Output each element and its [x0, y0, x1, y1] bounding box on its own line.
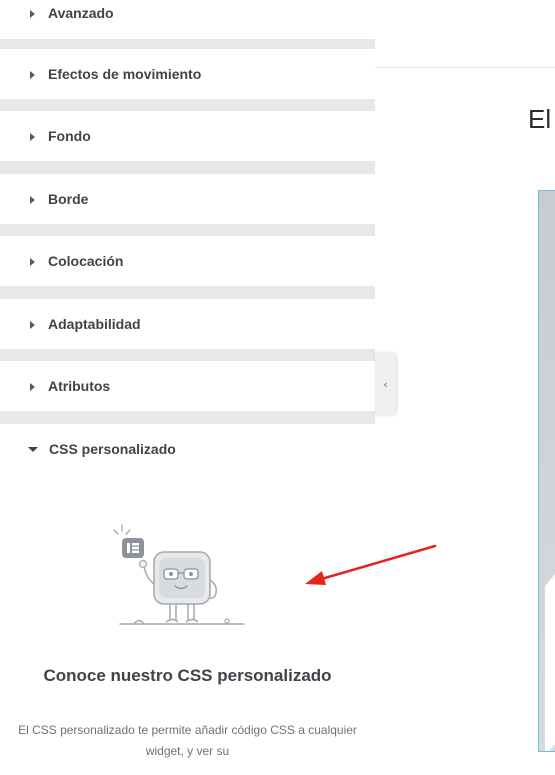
section-colocacion[interactable]: Colocación [0, 236, 375, 286]
promo-title: Conoce nuestro CSS personalizado [43, 666, 332, 685]
caret-right-icon [30, 9, 35, 18]
section-atributos[interactable]: Atributos [0, 361, 375, 411]
preview-selected-widget[interactable] [538, 190, 555, 752]
preview-heading[interactable]: El [528, 104, 551, 135]
section-avanzado[interactable]: Avanzado [0, 0, 375, 39]
caret-right-icon [30, 257, 35, 266]
section-css-personalizado-header[interactable]: CSS personalizado [0, 424, 375, 474]
robot-illustration [113, 524, 245, 625]
section-borde[interactable]: Borde [0, 174, 375, 224]
preview-canvas: El [375, 0, 555, 775]
section-label: Colocación [48, 253, 124, 269]
section-label: Efectos de movimiento [48, 66, 202, 82]
annotation-arrow-icon [305, 544, 437, 585]
settings-panel: Avanzado Efectos de movimiento Fondo Bor… [0, 0, 375, 775]
chevron-left-icon: ‹ [383, 377, 388, 391]
collapse-panel-button[interactable]: ‹ [375, 353, 396, 415]
caret-right-icon [30, 382, 35, 391]
caret-right-icon [30, 195, 35, 204]
section-label: Borde [48, 191, 89, 207]
section-label: Adaptabilidad [48, 316, 141, 332]
section-label: Fondo [48, 128, 91, 144]
section-label: Avanzado [48, 5, 114, 21]
section-fondo[interactable]: Fondo [0, 111, 375, 161]
caret-down-icon [28, 447, 38, 452]
promo-description: El CSS personalizado te permite añadir c… [18, 723, 357, 758]
section-adaptabilidad[interactable]: Adaptabilidad [0, 299, 375, 349]
caret-right-icon [30, 132, 35, 141]
caret-right-icon [30, 320, 35, 329]
caret-right-icon [30, 70, 35, 79]
section-css-personalizado: CSS personalizado Conoce nuestro CSS per… [0, 424, 375, 775]
section-label: Atributos [48, 378, 111, 394]
section-efectos-de-movimiento[interactable]: Efectos de movimiento [0, 49, 375, 99]
editor-window: Avanzado Efectos de movimiento Fondo Bor… [0, 0, 555, 775]
preview-header-divider [375, 67, 555, 68]
section-label: CSS personalizado [49, 441, 176, 457]
